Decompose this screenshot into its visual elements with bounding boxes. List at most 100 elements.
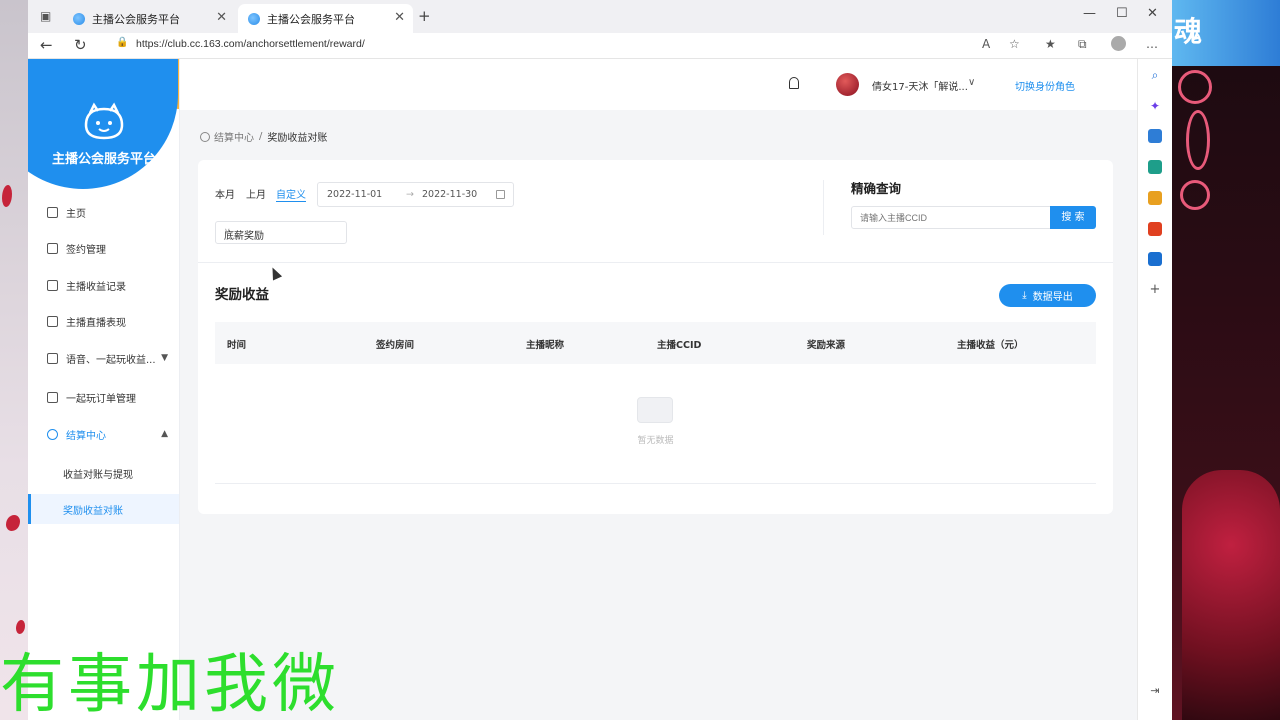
top-header: 倩女17-天沐「解说... ∨ 切换身份角色: [180, 59, 1137, 110]
chevron-up-icon: ▲: [161, 429, 168, 439]
copilot-icon[interactable]: ✦: [1148, 99, 1162, 113]
new-tab-icon[interactable]: +: [418, 7, 431, 25]
refresh-icon[interactable]: ↻: [74, 36, 87, 54]
add-icon[interactable]: +: [1148, 283, 1162, 297]
nav-label: 结算中心: [66, 430, 106, 442]
nav-home[interactable]: 主页: [28, 197, 179, 227]
subnav-reward-reconcile[interactable]: 奖励收益对账: [28, 494, 179, 524]
username[interactable]: 倩女17-天沐「解说...: [872, 78, 968, 93]
collections-icon[interactable]: ⧉: [1078, 37, 1087, 52]
shopping-icon[interactable]: [1148, 129, 1162, 143]
tab-actions-icon[interactable]: ▣: [40, 9, 51, 23]
sidebar: 主播公会服务平台 主页 签约管理 主播收益记录 主播直播表现 语音、一起玩收益.…: [28, 59, 180, 720]
address-bar: ← ↻ 🔒 https://club.cc.163.com/anchorsett…: [28, 33, 1172, 59]
tab-2[interactable]: 主播公会服务平台 ✕: [238, 4, 413, 33]
bag-icon: [47, 279, 58, 291]
back-icon[interactable]: ←: [40, 36, 53, 54]
nav-contract[interactable]: 签约管理: [28, 233, 179, 263]
breadcrumb: 结算中心 / 奖励收益对账: [200, 129, 327, 144]
empty-state-text: 暂无数据: [637, 436, 674, 446]
search-icon[interactable]: ⌕: [1148, 68, 1162, 82]
period-this-month[interactable]: 本月: [215, 186, 235, 201]
nav-live-performance[interactable]: 主播直播表现: [28, 306, 179, 336]
column-header: 主播CCID: [657, 340, 702, 351]
desktop-left-background: [0, 0, 28, 720]
breadcrumb-root[interactable]: 结算中心: [214, 129, 254, 144]
chevron-down-icon[interactable]: ∨: [968, 77, 975, 88]
sidebar-toggle-icon[interactable]: ⇥: [1148, 684, 1162, 698]
nav-label: 语音、一起玩收益...: [66, 354, 156, 366]
swirl-decoration: [1186, 110, 1210, 170]
browser-window: ▣ 主播公会服务平台 ✕ 主播公会服务平台 ✕ + — ☐ ✕ ← ↻ 🔒 ht…: [28, 0, 1172, 720]
date-separator: →: [406, 189, 414, 200]
home-icon: [47, 206, 58, 218]
period-custom[interactable]: 自定义: [276, 186, 306, 202]
column-header: 奖励来源: [807, 340, 846, 351]
tab-1[interactable]: 主播公会服务平台 ✕: [63, 4, 235, 33]
export-label: 数据导出: [1032, 292, 1073, 303]
url-field[interactable]: 🔒 https://club.cc.163.com/anchorsettleme…: [100, 34, 1068, 56]
results-card: 奖励收益 ⤓ 数据导出 时间 签约房间 主播昵称 主播CCID 奖励来源 主播收…: [198, 262, 1113, 514]
date-start: 2022-11-01: [327, 189, 383, 200]
precise-query-title: 精确查询: [851, 181, 902, 196]
divider: [823, 180, 824, 235]
date-end: 2022-11-30: [422, 189, 478, 200]
minimize-icon[interactable]: —: [1083, 6, 1096, 21]
url-text: https://club.cc.163.com/anchorsettlement…: [136, 38, 365, 50]
profile-icon[interactable]: [1111, 36, 1126, 51]
nav-voice-earnings[interactable]: 语音、一起玩收益... ▼: [28, 343, 179, 373]
subnav-label: 奖励收益对账: [63, 505, 123, 517]
office-icon[interactable]: [1148, 222, 1162, 236]
close-icon[interactable]: ✕: [216, 10, 227, 25]
petal-decoration: [16, 620, 25, 634]
robot-icon: [47, 391, 58, 403]
favicon-icon: [73, 12, 85, 25]
tools-icon[interactable]: [1148, 160, 1162, 174]
export-button[interactable]: ⤓ 数据导出: [999, 284, 1096, 307]
column-header: 时间: [227, 340, 247, 351]
nav-label: 签约管理: [66, 244, 106, 256]
subnav-earnings-withdraw[interactable]: 收益对账与提现: [28, 458, 179, 488]
desktop-right-background: 魂: [1172, 0, 1280, 720]
search-button[interactable]: 搜 索: [1050, 206, 1096, 229]
close-icon[interactable]: ✕: [394, 10, 405, 25]
bell-icon[interactable]: [789, 77, 799, 89]
reward-type-select[interactable]: 底薪奖励 ∨: [215, 221, 347, 244]
table-header: 时间 签约房间 主播昵称 主播CCID 奖励来源 主播收益（元）: [215, 322, 1096, 364]
chevron-down-icon: ▼: [161, 353, 168, 363]
favorite-add-icon[interactable]: ☆: [1009, 37, 1020, 51]
nav-settlement[interactable]: 结算中心 ▲: [28, 419, 179, 449]
petal-decoration: [2, 185, 12, 207]
period-last-month[interactable]: 上月: [246, 186, 266, 201]
read-aloud-icon[interactable]: A: [982, 37, 990, 51]
tab-title: 主播公会服务平台: [267, 12, 355, 26]
empty-inbox-icon: [637, 397, 673, 423]
tab-title: 主播公会服务平台: [92, 12, 180, 26]
contract-icon: [47, 242, 58, 254]
column-header: 主播收益（元）: [957, 340, 1024, 351]
ccid-input[interactable]: [851, 206, 1051, 229]
nav-play-orders[interactable]: 一起玩订单管理: [28, 382, 179, 412]
favorites-icon[interactable]: ★: [1045, 37, 1056, 51]
filter-card: 本月 上月 自定义 2022-11-01 → 2022-11-30 底薪奖励 ∨…: [198, 160, 1113, 262]
nav-label: 主播直播表现: [66, 317, 126, 329]
petal-decoration: [6, 515, 20, 531]
settlement-icon: [200, 131, 210, 142]
lock-icon[interactable]: 🔒: [116, 37, 128, 48]
outlook-icon[interactable]: [1148, 252, 1162, 266]
close-window-icon[interactable]: ✕: [1147, 6, 1158, 21]
settlement-icon: [47, 428, 58, 440]
maximize-icon[interactable]: ☐: [1116, 6, 1128, 21]
chevron-down-icon: ∨: [224, 227, 231, 237]
date-range-picker[interactable]: 2022-11-01 → 2022-11-30: [317, 182, 514, 207]
switch-role-link[interactable]: 切换身份角色: [1015, 78, 1075, 93]
calendar-icon: [47, 315, 58, 327]
game-banner: 魂: [1172, 0, 1280, 66]
nav-label: 主播收益记录: [66, 281, 126, 293]
avatar[interactable]: [836, 73, 859, 96]
nav-anchor-earnings[interactable]: 主播收益记录: [28, 270, 179, 300]
swirl-decoration: [1178, 70, 1212, 104]
games-icon[interactable]: [1148, 191, 1162, 205]
game-logo-text: 魂: [1174, 15, 1203, 48]
more-icon[interactable]: …: [1146, 37, 1158, 51]
